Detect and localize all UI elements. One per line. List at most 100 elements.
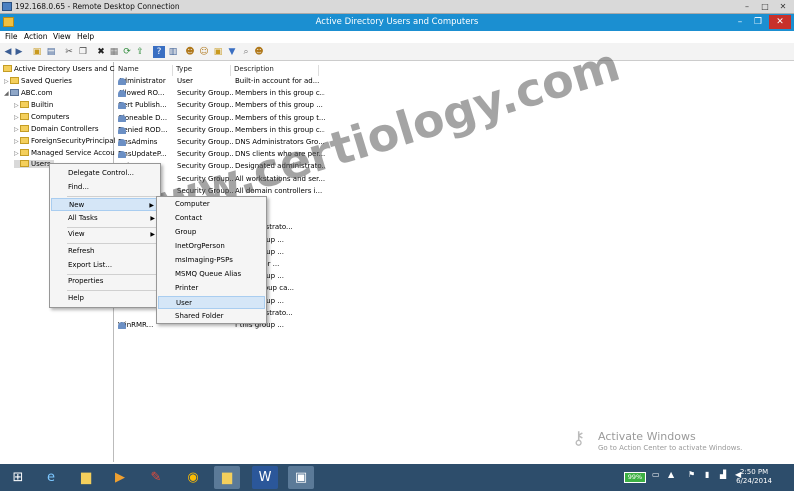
- folder-icon: [20, 137, 29, 144]
- show-tree-icon[interactable]: ▤: [45, 46, 57, 58]
- tree-root[interactable]: Active Directory Users and Com: [3, 65, 126, 73]
- column-header-description[interactable]: Description: [231, 65, 319, 76]
- export-icon[interactable]: ⇪: [134, 46, 146, 58]
- submenu-item-shared-folder[interactable]: Shared Folder: [158, 310, 265, 323]
- group-icon: [118, 151, 126, 159]
- tree-item-users[interactable]: Users: [14, 160, 54, 168]
- row-description: Members in this group c...: [235, 89, 325, 98]
- action-center-flag-icon[interactable]: ⚑: [688, 470, 695, 479]
- activation-subtitle: Go to Action Center to activate Windows.: [598, 444, 743, 452]
- filter-icon[interactable]: ▼: [226, 46, 238, 58]
- add-user-icon[interactable]: ☻: [184, 46, 196, 58]
- row-name: DnsAdmins: [118, 138, 174, 146]
- row-description: Members of this group ...: [235, 101, 323, 110]
- column-header-name[interactable]: Name: [115, 65, 173, 76]
- folder-icon: [3, 65, 12, 72]
- menu-file[interactable]: File: [5, 32, 18, 41]
- submenu-item-printer[interactable]: Printer: [158, 282, 265, 295]
- find-icon[interactable]: ⌕: [240, 46, 252, 58]
- minimize-button[interactable]: –: [732, 15, 748, 29]
- tree-item-domain-controllers[interactable]: ▷ Domain Controllers: [14, 125, 98, 133]
- delete-icon[interactable]: ✖: [95, 46, 107, 58]
- menu-separator: [67, 196, 159, 197]
- chrome-icon[interactable]: ◉: [180, 466, 206, 489]
- file-explorer-active-icon[interactable]: ▆: [214, 466, 240, 489]
- media-player-icon[interactable]: ▶: [107, 466, 133, 489]
- battery-icon[interactable]: ▭: [652, 470, 660, 479]
- add-group-icon[interactable]: ☺: [198, 46, 210, 58]
- menu-item-export-list[interactable]: Export List...: [51, 259, 159, 272]
- refresh-icon[interactable]: ⟳: [121, 46, 133, 58]
- row-name: Denied ROD...: [118, 126, 174, 134]
- ie-icon[interactable]: e: [38, 466, 64, 489]
- submenu-item-user[interactable]: User: [158, 296, 265, 309]
- network-icon[interactable]: ▟: [720, 470, 726, 479]
- start-button[interactable]: ⊞: [5, 466, 31, 489]
- menu-bar: File Action View Help: [0, 31, 794, 43]
- app-title: Active Directory Users and Computers: [315, 17, 479, 27]
- menu-action[interactable]: Action: [24, 32, 48, 41]
- remote-desktop-icon[interactable]: ▣: [288, 466, 314, 489]
- tree-item-domain[interactable]: ◢ ABC.com: [4, 89, 53, 97]
- add-ou-icon[interactable]: ▣: [212, 46, 224, 58]
- tree-label: ForeignSecurityPrincipal: [31, 137, 116, 145]
- activation-title: Activate Windows: [598, 430, 696, 443]
- menu-item-help[interactable]: Help: [51, 292, 159, 305]
- word-icon[interactable]: W: [252, 466, 278, 489]
- menu-help[interactable]: Help: [77, 32, 94, 41]
- rdp-maximize-button[interactable]: □: [759, 1, 771, 12]
- tree-item-saved-queries[interactable]: ▷ Saved Queries: [4, 77, 72, 85]
- rdp-title-bar[interactable]: 192.168.0.65 - Remote Desktop Connection…: [0, 0, 794, 14]
- folder-icon: [20, 160, 29, 167]
- copy-icon[interactable]: ❐: [77, 46, 89, 58]
- column-header-type[interactable]: Type: [173, 65, 231, 76]
- clock[interactable]: 2:50 PM 6/24/2014: [736, 468, 772, 486]
- forward-icon[interactable]: ▶: [13, 46, 25, 58]
- tree-label: Domain Controllers: [31, 125, 99, 133]
- activation-notice: Activate Windows Go to Action Center to …: [598, 430, 742, 452]
- battery-indicator[interactable]: 99%: [624, 472, 646, 483]
- tree-item-builtin[interactable]: ▷ Builtin: [14, 101, 53, 109]
- tree-item-managed-service[interactable]: ▷ Managed Service Accour: [14, 149, 118, 157]
- tree-item-computers[interactable]: ▷ Computers: [14, 113, 69, 121]
- row-type: Security Group...: [177, 113, 233, 122]
- menu-item-new[interactable]: New ▶: [51, 198, 159, 211]
- file-explorer-icon[interactable]: ▆: [73, 466, 99, 489]
- user-icon: [118, 78, 126, 85]
- console-icon[interactable]: ▥: [167, 46, 179, 58]
- submenu-item-msmq-queue-alias[interactable]: MSMQ Queue Alias: [158, 268, 265, 281]
- menu-view[interactable]: View: [53, 32, 71, 41]
- submenu-item-computer[interactable]: Computer: [158, 198, 265, 211]
- cut-icon[interactable]: ✂: [63, 46, 75, 58]
- menu-item-refresh[interactable]: Refresh: [51, 245, 159, 258]
- submenu-item-msimaging-psps[interactable]: msImaging-PSPs: [158, 254, 265, 267]
- up-folder-icon[interactable]: ▣: [31, 46, 43, 58]
- submenu-item-inetorgperson[interactable]: InetOrgPerson: [158, 240, 265, 253]
- restore-button[interactable]: ❐: [750, 15, 766, 29]
- toolbar: ◀ ▶ ▣ ▤ ✂ ❐ ✖ ▦ ⟳ ⇪ ? ▥ ☻ ☺ ▣ ▼ ⌕ ☻: [0, 43, 794, 61]
- menu-item-label: View: [68, 230, 85, 238]
- menu-item-properties[interactable]: Properties: [51, 275, 159, 288]
- pdf-reader-icon[interactable]: ✎: [143, 466, 169, 489]
- app-title-bar[interactable]: Active Directory Users and Computers – ❐…: [0, 14, 794, 31]
- submenu-item-contact[interactable]: Contact: [158, 212, 265, 225]
- rdp-minimize-button[interactable]: –: [741, 1, 753, 12]
- clock-date: 6/24/2014: [736, 477, 772, 485]
- properties-icon[interactable]: ▦: [108, 46, 120, 58]
- close-button[interactable]: ✕: [769, 15, 791, 29]
- submenu-item-group[interactable]: Group: [158, 226, 265, 239]
- menu-item-view[interactable]: View ▶: [51, 228, 159, 241]
- menu-item-all-tasks[interactable]: All Tasks ▶: [51, 212, 159, 225]
- tree-label: Users: [31, 160, 51, 168]
- add-to-group-icon[interactable]: ☻: [253, 46, 265, 58]
- row-description: Built-in account for ad...: [235, 77, 320, 85]
- tree-root-label: Active Directory Users and Com: [14, 65, 126, 73]
- power-icon[interactable]: ▮: [705, 470, 709, 479]
- rdp-close-button[interactable]: ✕: [777, 1, 789, 12]
- help-icon[interactable]: ?: [153, 46, 165, 58]
- folder-icon: [20, 101, 29, 108]
- menu-item-find[interactable]: Find...: [51, 181, 159, 194]
- tree-item-foreign-security[interactable]: ▷ ForeignSecurityPrincipal: [14, 137, 116, 145]
- menu-item-delegate-control[interactable]: Delegate Control...: [51, 167, 159, 180]
- show-hidden-icons-icon[interactable]: ▲: [668, 470, 674, 479]
